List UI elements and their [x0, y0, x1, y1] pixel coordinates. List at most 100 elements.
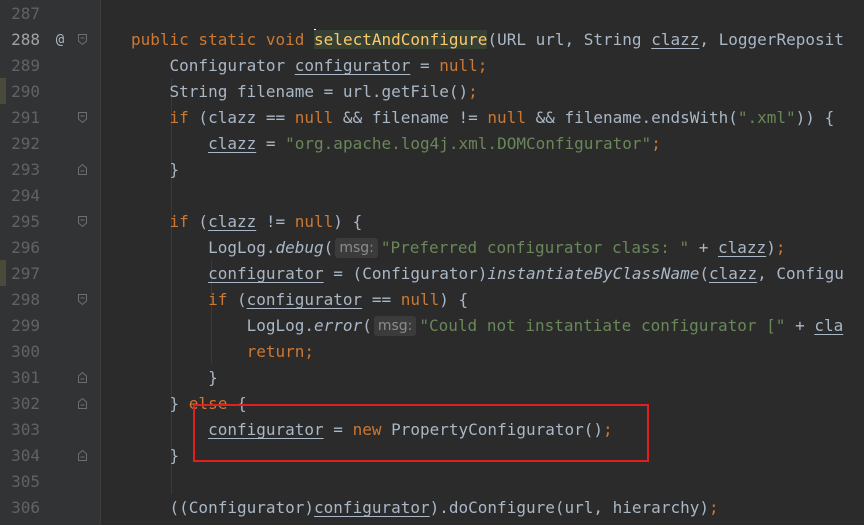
- code-line[interactable]: 302 } else {: [0, 391, 864, 417]
- line-number[interactable]: 298: [0, 287, 40, 313]
- code-token: public static void: [131, 30, 315, 49]
- line-number[interactable]: 305: [0, 469, 40, 495]
- code-token: debug: [275, 238, 324, 257]
- override-annotation-icon[interactable]: @: [52, 27, 68, 53]
- code-text[interactable]: if (clazz == null && filename != null &&…: [131, 105, 835, 131]
- code-text[interactable]: public static void selectAndConfigure(UR…: [131, 27, 844, 53]
- code-token: {: [227, 394, 247, 413]
- code-text[interactable]: LogLog.error(msg: "Could not instantiate …: [131, 313, 843, 339]
- line-number[interactable]: 299: [0, 313, 40, 339]
- code-token: configurator: [314, 498, 430, 517]
- fold-collapse-icon[interactable]: [78, 294, 87, 305]
- code-line[interactable]: 296 LogLog.debug(msg: "Preferred configur…: [0, 235, 864, 261]
- code-line[interactable]: 304 }: [0, 443, 864, 469]
- code-text[interactable]: LogLog.debug(msg: "Preferred configurator…: [131, 235, 785, 261]
- code-token: cla: [814, 316, 844, 335]
- code-token: }: [131, 446, 180, 465]
- line-number[interactable]: 297: [0, 261, 40, 287]
- code-text[interactable]: configurator = (Configurator)instantiate…: [131, 261, 844, 287]
- line-number[interactable]: 301: [0, 365, 40, 391]
- line-number[interactable]: 294: [0, 183, 40, 209]
- line-number[interactable]: 287: [0, 1, 40, 27]
- code-token: ;: [708, 498, 719, 517]
- code-token: (: [323, 238, 334, 257]
- code-token: configurator: [294, 56, 411, 75]
- line-number[interactable]: 296: [0, 235, 40, 261]
- fold-collapse-icon[interactable]: [78, 34, 87, 45]
- code-token: +: [689, 238, 719, 257]
- line-number[interactable]: 288: [0, 27, 40, 53]
- code-line[interactable]: 292 clazz = "org.apache.log4j.xml.DOMCon…: [0, 131, 864, 157]
- code-text[interactable]: return;: [131, 339, 314, 365]
- line-number[interactable]: 292: [0, 131, 40, 157]
- code-token: && filename !=: [333, 108, 488, 127]
- code-token: "Preferred configurator class: ": [380, 238, 690, 257]
- fold-collapse-icon[interactable]: [78, 216, 87, 227]
- line-number[interactable]: 302: [0, 391, 40, 417]
- code-editor[interactable]: 287 288 @ public static void selectAndConfi…: [0, 0, 864, 525]
- parameter-hint: msg:: [373, 316, 417, 336]
- code-token: ;: [603, 420, 613, 439]
- code-line[interactable]: 305: [0, 469, 864, 495]
- code-token: = (Configurator): [323, 264, 488, 283]
- code-text[interactable]: if (clazz != null) {: [131, 209, 363, 235]
- code-text[interactable]: if (configurator == null) {: [131, 287, 468, 313]
- line-number[interactable]: 306: [0, 495, 40, 521]
- code-token: }: [131, 368, 218, 387]
- code-text[interactable]: clazz = "org.apache.log4j.xml.DOMConfigu…: [131, 131, 661, 157]
- code-token: configurator: [208, 420, 324, 439]
- line-number[interactable]: 290: [0, 79, 40, 105]
- fold-end-icon[interactable]: [78, 372, 87, 383]
- code-line[interactable]: 300 return;: [0, 339, 864, 365]
- code-text[interactable]: Configurator configurator = null;: [131, 53, 488, 79]
- code-token: ;: [651, 134, 661, 153]
- code-line[interactable]: 290 String filename = url.getFile();: [0, 79, 864, 105]
- fold-collapse-icon[interactable]: [78, 112, 87, 123]
- code-line[interactable]: 295 if (clazz != null) {: [0, 209, 864, 235]
- line-number[interactable]: 289: [0, 53, 40, 79]
- code-line[interactable]: 299 LogLog.error(msg: "Could not instanti…: [0, 313, 864, 339]
- code-line[interactable]: 306 ((Configurator)configurator).doConfi…: [0, 495, 864, 521]
- code-token: +: [785, 316, 815, 335]
- line-number[interactable]: 300: [0, 339, 40, 365]
- code-line[interactable]: 289 Configurator configurator = null;: [0, 53, 864, 79]
- code-text[interactable]: }: [131, 365, 218, 391]
- code-token: ==: [362, 290, 401, 309]
- code-text[interactable]: configurator = new PropertyConfigurator(…: [131, 417, 613, 443]
- code-token: !=: [256, 212, 295, 231]
- code-token: ;: [304, 342, 315, 361]
- code-line[interactable]: 291 if (clazz == null && filename != nul…: [0, 105, 864, 131]
- line-number[interactable]: 293: [0, 157, 40, 183]
- code-text[interactable]: } else {: [131, 391, 247, 417]
- code-token: ) {: [439, 290, 469, 309]
- line-number[interactable]: 304: [0, 443, 40, 469]
- code-token: String filename = url.getFile(): [131, 82, 469, 101]
- code-token: clazz: [208, 212, 257, 231]
- fold-end-icon[interactable]: [78, 164, 87, 175]
- code-line[interactable]: 293 }: [0, 157, 864, 183]
- code-token: configurator: [208, 264, 324, 283]
- code-line[interactable]: 287: [0, 1, 864, 27]
- line-number[interactable]: 291: [0, 105, 40, 131]
- code-line[interactable]: 294: [0, 183, 864, 209]
- fold-end-icon[interactable]: [78, 398, 87, 409]
- code-line[interactable]: 301 }: [0, 365, 864, 391]
- code-text[interactable]: }: [131, 157, 180, 183]
- code-token: , LoggerReposit: [699, 30, 844, 49]
- code-token: (: [362, 316, 372, 335]
- code-text[interactable]: String filename = url.getFile();: [131, 79, 478, 105]
- line-number[interactable]: 295: [0, 209, 40, 235]
- code-line[interactable]: 288 @ public static void selectAndConfigur…: [0, 27, 864, 53]
- code-line[interactable]: 297 configurator = (Configurator)instant…: [0, 261, 864, 287]
- code-token: clazz: [718, 238, 767, 257]
- fold-end-icon[interactable]: [78, 450, 87, 461]
- code-line[interactable]: 303 configurator = new PropertyConfigura…: [0, 417, 864, 443]
- code-text[interactable]: ((Configurator)configurator).doConfigure…: [131, 495, 719, 521]
- line-number[interactable]: 303: [0, 417, 40, 443]
- code-text[interactable]: }: [131, 443, 180, 469]
- code-token: (: [699, 264, 709, 283]
- code-line[interactable]: 298 if (configurator == null) {: [0, 287, 864, 313]
- code-token: new: [352, 420, 382, 439]
